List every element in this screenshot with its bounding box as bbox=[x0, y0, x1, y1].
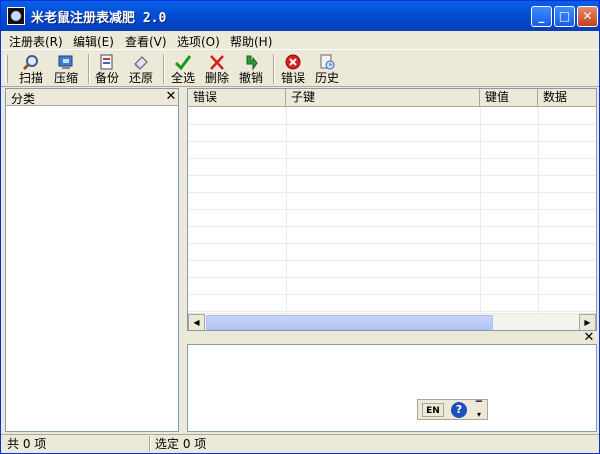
ime-language-button[interactable]: EN bbox=[422, 403, 444, 417]
app-icon bbox=[7, 7, 25, 25]
status-total: 共 0 项 bbox=[7, 437, 47, 451]
horizontal-scrollbar[interactable]: ◀ ▶ bbox=[188, 313, 596, 330]
menu-bar: 注册表(R) 编辑(E) 查看(V) 选项(O) 帮助(H) bbox=[1, 31, 599, 49]
category-panel-title: 分类 bbox=[11, 92, 36, 106]
close-button[interactable]: ✕ bbox=[577, 6, 598, 27]
ime-language-bar[interactable]: EN ? ▔ ▾ bbox=[417, 399, 488, 420]
grid-line bbox=[188, 158, 596, 159]
grid-line bbox=[188, 175, 596, 176]
grid-line bbox=[188, 124, 596, 125]
status-divider bbox=[149, 436, 151, 452]
column-header-error[interactable]: 错误 bbox=[188, 89, 286, 107]
history-button[interactable]: 历史 bbox=[310, 54, 344, 86]
chevron-down-icon[interactable]: ▔ ▾ bbox=[474, 401, 484, 419]
compress-icon bbox=[57, 54, 75, 71]
menu-view[interactable]: 查看(V) bbox=[125, 33, 167, 50]
minimize-button[interactable]: _ bbox=[531, 6, 552, 27]
category-panel[interactable]: 分类 ✕ bbox=[5, 88, 179, 432]
checkmark-icon bbox=[174, 54, 192, 71]
menu-help[interactable]: 帮助(H) bbox=[230, 33, 272, 50]
title-bar[interactable]: 米老鼠注册表减肥 2.0 _ □ ✕ bbox=[1, 1, 599, 31]
menu-registry[interactable]: 注册表(R) bbox=[9, 33, 63, 50]
category-panel-header: 分类 ✕ bbox=[6, 89, 178, 106]
grid-line bbox=[188, 141, 596, 142]
close-panel-icon[interactable]: ✕ bbox=[164, 90, 178, 104]
menu-edit[interactable]: 编辑(E) bbox=[73, 33, 114, 50]
column-header-subkey[interactable]: 子键 bbox=[286, 89, 480, 107]
delete-button[interactable]: 删除 bbox=[200, 54, 234, 86]
close-detail-pane-icon[interactable]: ✕ bbox=[582, 331, 596, 345]
toolbar: 扫描 压缩 备份 还原 全选 删除 撤销 错误 历史 bbox=[1, 49, 599, 87]
menu-options[interactable]: 选项(O) bbox=[177, 33, 220, 50]
grid-line bbox=[286, 107, 287, 315]
restore-button[interactable]: 还原 bbox=[124, 54, 158, 86]
status-selected: 选定 0 项 bbox=[155, 437, 207, 451]
backup-icon bbox=[98, 54, 116, 71]
backup-button[interactable]: 备份 bbox=[90, 54, 124, 86]
toolbar-separator bbox=[273, 54, 275, 84]
toolbar-separator bbox=[163, 54, 165, 84]
scroll-right-button[interactable]: ▶ bbox=[579, 314, 596, 330]
grid-line bbox=[188, 226, 596, 227]
grid-line bbox=[188, 260, 596, 261]
compress-button[interactable]: 压缩 bbox=[49, 54, 83, 86]
undo-button[interactable]: 撤销 bbox=[234, 54, 268, 86]
grid-line bbox=[188, 277, 596, 278]
error-icon bbox=[284, 54, 302, 71]
status-bar: 共 0 项 选定 0 项 bbox=[1, 434, 599, 453]
scroll-left-button[interactable]: ◀ bbox=[188, 314, 205, 330]
column-header-data[interactable]: 数据 bbox=[538, 89, 596, 107]
restore-icon bbox=[132, 54, 150, 71]
scan-button[interactable]: 扫描 bbox=[14, 54, 48, 86]
grid-line bbox=[188, 294, 596, 295]
history-icon bbox=[318, 54, 336, 71]
grid-line bbox=[538, 107, 539, 315]
toolbar-grip[interactable] bbox=[5, 55, 8, 83]
grid-line bbox=[188, 192, 596, 193]
delete-x-icon bbox=[208, 54, 226, 71]
undo-arrow-icon bbox=[242, 54, 260, 71]
magnifier-icon bbox=[22, 54, 40, 71]
app-window: 米老鼠注册表减肥 2.0 _ □ ✕ 注册表(R) 编辑(E) 查看(V) 选项… bbox=[0, 0, 600, 454]
window-title: 米老鼠注册表减肥 2.0 bbox=[31, 11, 167, 26]
errors-button[interactable]: 错误 bbox=[276, 54, 310, 86]
scroll-thumb[interactable] bbox=[206, 315, 493, 330]
grid-line bbox=[188, 311, 596, 312]
column-header-value[interactable]: 键值 bbox=[480, 89, 538, 107]
help-icon[interactable]: ? bbox=[451, 402, 467, 418]
detail-pane[interactable] bbox=[187, 344, 597, 432]
grid-line bbox=[480, 107, 481, 315]
results-list[interactable]: 错误 子键 键值 数据 ◀ ▶ bbox=[187, 88, 597, 331]
maximize-button[interactable]: □ bbox=[554, 6, 575, 27]
grid-line bbox=[188, 243, 596, 244]
grid-line bbox=[188, 209, 596, 210]
select-all-button[interactable]: 全选 bbox=[166, 54, 200, 86]
